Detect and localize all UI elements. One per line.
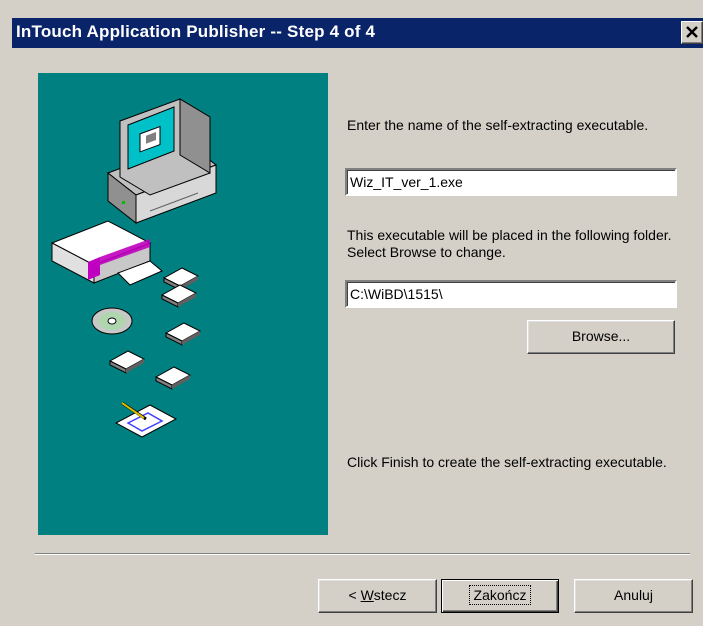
computer-icon (106, 98, 218, 225)
finish-button-label: Zakończ (468, 585, 532, 605)
button-separator (35, 553, 690, 555)
document-pen-icon (114, 401, 178, 438)
name-prompt: Enter the name of the self-extracting ex… (347, 117, 649, 133)
output-folder-field[interactable]: C:\WiBD\1515\ (345, 280, 677, 308)
title-bar[interactable]: InTouch Application Publisher -- Step 4 … (12, 18, 703, 48)
executable-name-field[interactable]: Wiz_IT_ver_1.exe (345, 168, 677, 196)
back-button-rest: stecz (373, 587, 407, 603)
cancel-button[interactable]: Anuluj (574, 579, 693, 613)
close-button[interactable] (681, 21, 703, 44)
close-icon (686, 22, 698, 42)
cd-icon (91, 307, 133, 335)
window-title: InTouch Application Publisher -- Step 4 … (16, 22, 376, 41)
cancel-button-label: Anuluj (614, 587, 653, 603)
wizard-illustration (38, 73, 328, 535)
back-button-mnemonic: W (360, 587, 374, 603)
finish-hint: Click Finish to create the self-extracti… (347, 454, 667, 470)
browse-button[interactable]: Browse... (527, 320, 675, 354)
finish-button[interactable]: Zakończ (441, 579, 559, 613)
software-box-icon (50, 220, 163, 286)
back-button[interactable]: < Wstecz (318, 579, 437, 613)
browse-button-label: Browse... (571, 328, 631, 344)
folder-prompt: This executable will be placed in the fo… (347, 227, 672, 260)
back-button-prefix: < (348, 587, 361, 603)
wizard-window: InTouch Application Publisher -- Step 4 … (0, 0, 703, 626)
